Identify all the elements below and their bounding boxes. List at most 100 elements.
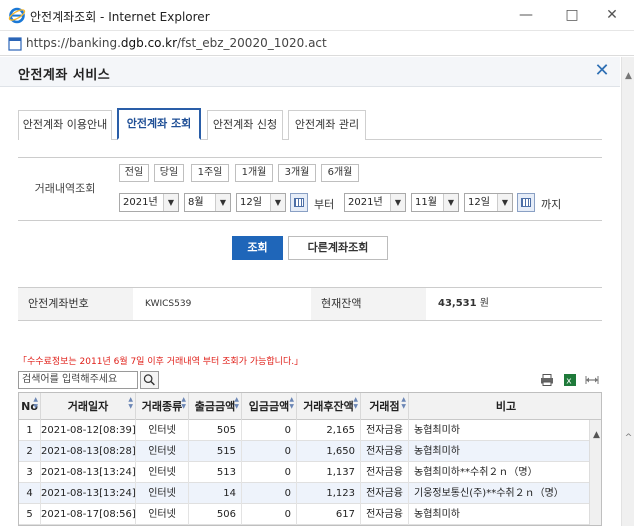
table-row[interactable]: 2 2021-08-13[08:28] 인터넷 515 0 1,650 전자금융… [19,441,589,462]
maximize-button[interactable]: □ [552,4,592,26]
search-icon[interactable] [140,371,159,389]
popup-header: 안전계좌 서비스 ✕ [0,57,620,87]
col-header-label: 거래종류 [141,400,183,413]
sort-icon: ▲ ▼ [353,396,358,410]
address-bar[interactable]: https://banking.dgb.co.kr/fst_ebz_20020_… [0,30,634,56]
url-text[interactable]: https://banking.dgb.co.kr/fst_ebz_20020_… [26,36,327,50]
tab-apply[interactable]: 안전계좌 신청 [207,110,283,140]
grid-header: No ▲ ▼ 거래일자 ▲ ▼ 거래종류 ▲ ▼ 출금금액 ▲ ▼ 입금금액 ▲ ▼ 거래후잔액 ▲ ▼… [19,393,601,420]
cell-type: 인터넷 [136,504,189,525]
tab-inquiry[interactable]: 안전계좌 조회 [117,108,201,140]
close-window-button[interactable]: ✕ [592,4,632,26]
search-form: 거래내역조회 전일 당일 1주일 1개월 3개월 6개월 2021년 ▼ 8월 ▼ … [18,157,602,221]
window-titlebar: 안전계좌조회 - Internet Explorer — □ ✕ [0,0,634,30]
from-month-select[interactable]: 8월 ▼ [184,193,231,212]
chevron-down-icon: ▼ [443,194,458,211]
print-icon[interactable] [540,373,554,387]
tab-manage[interactable]: 안전계좌 관리 [288,110,366,140]
col-header-label: 출금금액 [194,400,236,413]
page-scrollbar[interactable]: ▲ ^ [621,57,634,526]
scroll-up-icon-2[interactable]: ^ [622,431,634,445]
from-year-value: 2021년 [123,197,158,208]
account-number-label: 안전계좌번호 [18,288,133,320]
minimize-button[interactable]: — [506,4,546,26]
to-year-select[interactable]: 2021년 ▼ [344,193,406,212]
col-header-branch[interactable]: 거래점 ▲ ▼ [361,393,409,420]
cell-withdrawal: 515 [189,441,242,462]
cell-memo: 농협최미하 [414,425,460,436]
period-button-yesterday[interactable]: 전일 [119,164,149,182]
search-button[interactable]: 조회 [232,236,283,260]
cell-type: 인터넷 [136,420,189,441]
from-suffix: 부터 [314,198,335,211]
chevron-down-icon: ▼ [390,194,405,211]
search-label: 거래내역조회 [18,158,112,220]
cell-memo: 농협최미하 [414,446,460,457]
cell-branch: 전자금융 [361,462,409,483]
cell-balance: 1,650 [297,441,361,462]
to-calendar-icon[interactable] [517,193,535,212]
table-row[interactable]: 5 2021-08-17[08:56] 인터넷 506 0 617 전자금융 농… [19,504,589,525]
cell-no: 5 [19,504,41,525]
col-header-deposit[interactable]: 입금금액 ▲ ▼ [242,393,297,420]
col-header-label: 거래점 [369,400,400,413]
scroll-up-icon[interactable]: ▲ [590,430,601,440]
other-account-button[interactable]: 다른계좌조회 [288,236,388,260]
account-number-value: KWICS539 [145,299,192,309]
balance-unit: 원 [479,298,489,309]
cell-date: 2021-08-13[13:24] [41,462,136,483]
sort-icon: ▲ ▼ [401,396,406,410]
from-day-select[interactable]: 12일 ▼ [236,193,286,212]
col-header-balance[interactable]: 거래후잔액 ▲ ▼ [297,393,361,420]
cell-balance: 1,137 [297,462,361,483]
cell-deposit: 0 [242,504,297,525]
chevron-down-icon: ▼ [163,194,178,211]
cell-deposit: 0 [242,462,297,483]
grid-search-input[interactable]: 검색어를 입력해주세요 [18,371,138,389]
balance-label: 현재잔액 [311,288,426,320]
table-row[interactable]: 4 2021-08-13[13:24] 인터넷 14 0 1,123 전자금융 … [19,483,589,504]
period-button-today[interactable]: 당일 [154,164,184,182]
from-year-select[interactable]: 2021년 ▼ [119,193,179,212]
excel-icon[interactable]: x [563,373,577,387]
cell-date: 2021-08-13[08:28] [41,441,136,462]
col-header-type[interactable]: 거래종류 ▲ ▼ [136,393,189,420]
cell-memo: 기웅정보통신(주)**수취２ｎ（명） [414,488,564,499]
grid-scrollbar[interactable]: ▲ [589,420,601,525]
scroll-up-icon[interactable]: ▲ [622,69,634,83]
balance: 43,531 원 [438,288,598,320]
cell-withdrawal: 513 [189,462,242,483]
tab-bar: 안전계좌 이용안내 안전계좌 조회 안전계좌 신청 안전계좌 관리 [18,108,602,140]
tab-guide[interactable]: 안전계좌 이용안내 [18,110,112,140]
from-day-value: 12일 [240,197,262,208]
expand-width-icon[interactable] [585,373,599,387]
cell-balance: 1,123 [297,483,361,504]
col-header-withdrawal[interactable]: 출금금액 ▲ ▼ [189,393,242,420]
col-header-memo[interactable]: 비고 [409,393,601,420]
to-month-value: 11월 [415,197,437,208]
col-header-label: 입금금액 [248,400,290,413]
period-button-6months[interactable]: 6개월 [321,164,359,182]
period-button-1week[interactable]: 1주일 [191,164,229,182]
url-domain: dgb.co.kr [120,36,178,50]
col-header-date[interactable]: 거래일자 ▲ ▼ [41,393,136,420]
cell-date: 2021-08-13[13:24] [41,483,136,504]
col-header-label: 거래일자 [67,400,109,413]
window-title: 안전계좌조회 - Internet Explorer [30,10,210,24]
transaction-grid: No ▲ ▼ 거래일자 ▲ ▼ 거래종류 ▲ ▼ 출금금액 ▲ ▼ 입금금액 ▲ ▼ 거래후잔액 ▲ ▼… [18,392,602,526]
cell-date: 2021-08-17[08:56] [41,504,136,525]
period-button-1month[interactable]: 1개월 [235,164,273,182]
cell-no: 4 [19,483,41,504]
to-month-select[interactable]: 11월 ▼ [411,193,459,212]
col-header-label: 거래후잔액 [303,400,354,413]
cell-branch: 전자금융 [361,420,409,441]
table-row[interactable]: 3 2021-08-13[13:24] 인터넷 513 0 1,137 전자금융… [19,462,589,483]
period-button-3months[interactable]: 3개월 [278,164,316,182]
col-header-no[interactable]: No ▲ ▼ [19,393,41,420]
cell-deposit: 0 [242,441,297,462]
cell-no: 3 [19,462,41,483]
to-day-select[interactable]: 12일 ▼ [464,193,513,212]
close-icon[interactable]: ✕ [592,61,612,81]
from-calendar-icon[interactable] [290,193,308,212]
table-row[interactable]: 1 2021-08-12[08:39] 인터넷 505 0 2,165 전자금융… [19,420,589,441]
